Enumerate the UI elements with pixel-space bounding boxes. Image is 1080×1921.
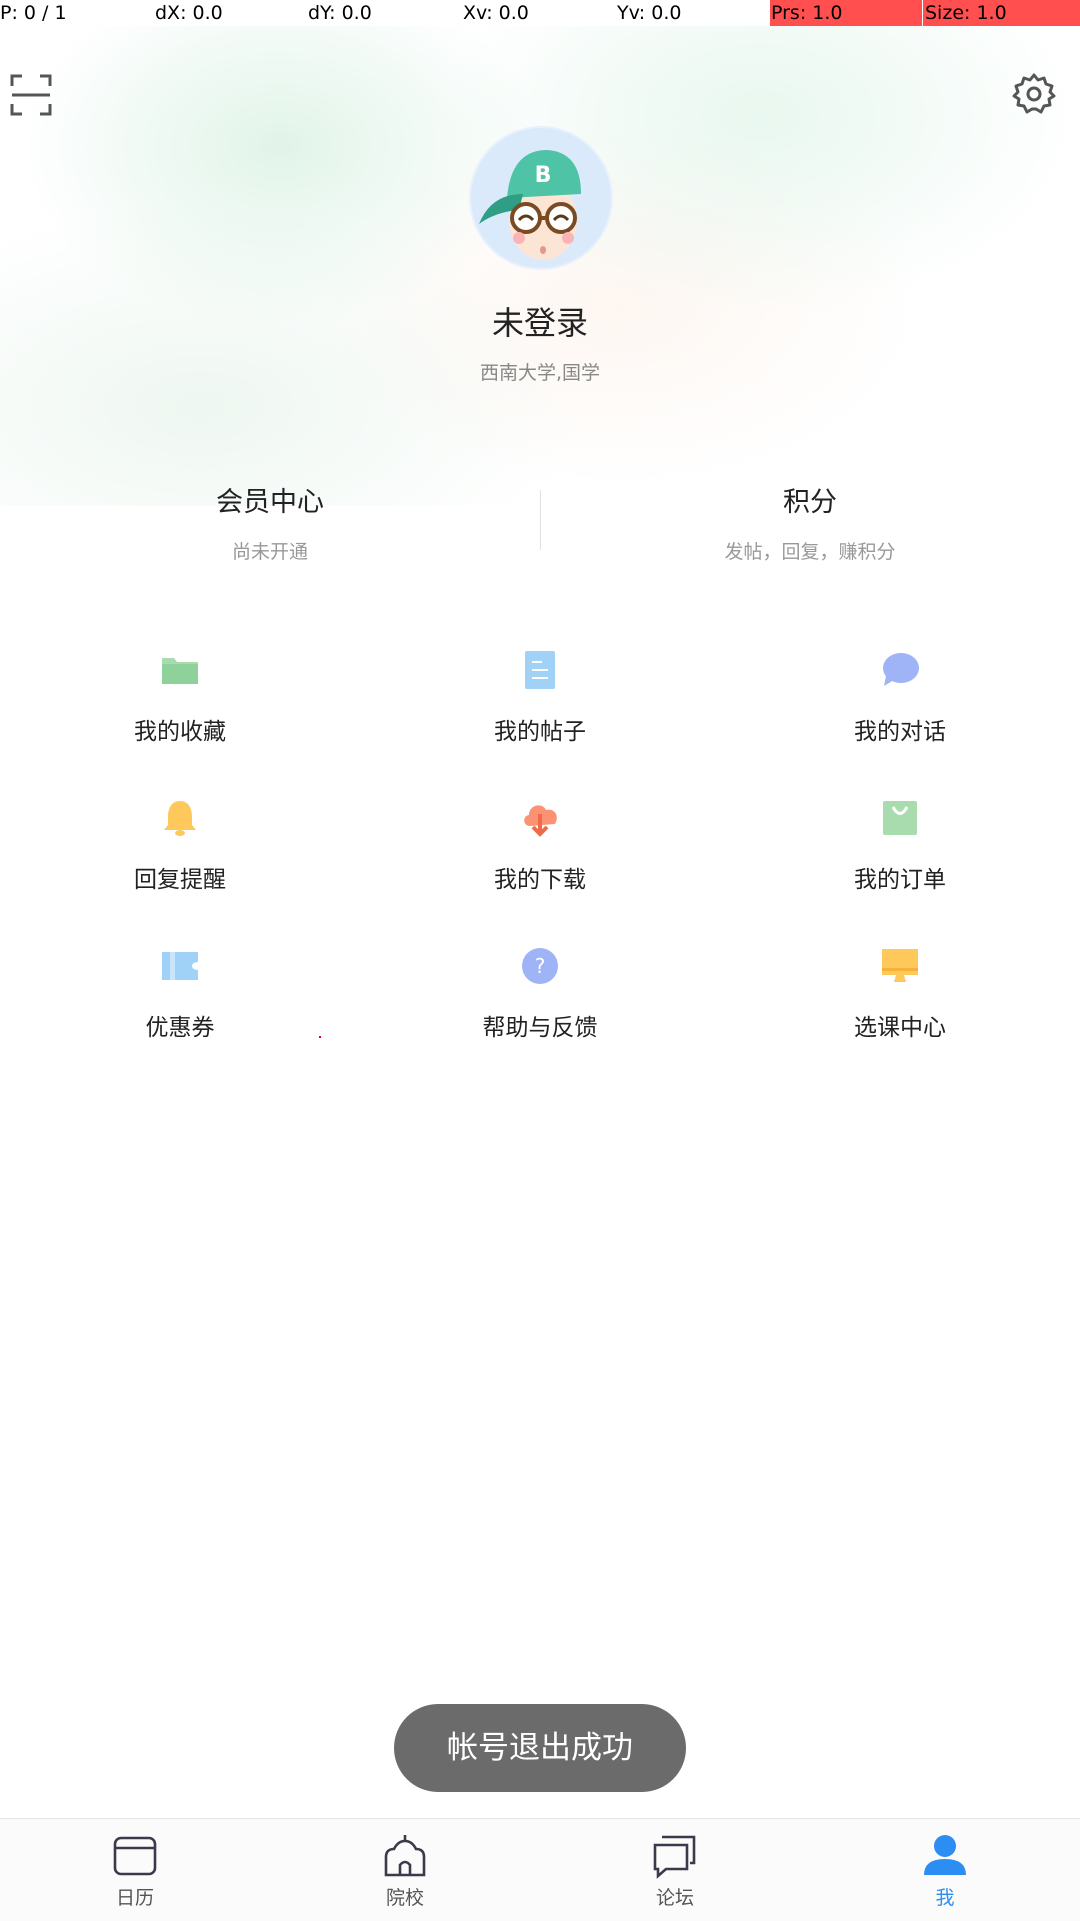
debug-xv: Xv: 0.0 (463, 2, 529, 24)
person-icon (922, 1833, 968, 1879)
school-icon (382, 1833, 428, 1879)
pointer-debug-bar: P: 0 / 1 dX: 0.0 dY: 0.0 Xv: 0.0 Yv: 0.0… (0, 0, 1080, 26)
membership-subtitle: 尚未开通 (231, 541, 308, 563)
scan-icon[interactable] (10, 74, 52, 116)
nav-me[interactable]: 我 (810, 1819, 1080, 1921)
nav-label: 我 (935, 1887, 955, 1909)
bottom-navigation: 日历 院校 论坛 我 (0, 1818, 1080, 1921)
menu-label: 我的帖子 (494, 719, 586, 745)
shopping-bag-icon (880, 798, 920, 838)
menu-label: 回复提醒 (134, 867, 226, 893)
points-title: 积分 (783, 487, 837, 518)
membership-title: 会员中心 (216, 487, 324, 518)
avatar[interactable]: B (469, 126, 613, 270)
menu-label: 我的订单 (854, 867, 946, 893)
user-name[interactable]: 未登录 (0, 298, 1080, 344)
menu-my-favorites[interactable]: 我的收藏 (0, 650, 360, 770)
menu-my-posts[interactable]: 我的帖子 (360, 650, 720, 770)
monitor-icon (880, 946, 920, 986)
menu-label: 我的收藏 (134, 719, 226, 745)
debug-dy: dY: 0.0 (308, 2, 372, 24)
debug-size: Size: 1.0 (925, 2, 1007, 24)
nav-calendar[interactable]: 日历 (0, 1819, 270, 1921)
ticket-icon (160, 946, 200, 986)
debug-pressure: Prs: 1.0 (771, 2, 843, 24)
menu-label: 我的对话 (854, 719, 946, 745)
forum-icon (652, 1833, 698, 1879)
menu-my-conversations[interactable]: 我的对话 (720, 650, 1080, 770)
nav-schools[interactable]: 院校 (270, 1819, 540, 1921)
debug-dx: dX: 0.0 (155, 2, 223, 24)
touch-trace-dot (319, 1036, 321, 1038)
nav-label: 日历 (115, 1887, 154, 1909)
chat-bubble-icon (880, 650, 920, 690)
calendar-icon (112, 1833, 158, 1879)
menu-label: 优惠券 (145, 1015, 215, 1041)
debug-yv: Yv: 0.0 (617, 2, 682, 24)
menu-my-orders[interactable]: 我的订单 (720, 798, 1080, 918)
menu-label: 选课中心 (854, 1015, 946, 1041)
nav-label: 论坛 (655, 1887, 694, 1909)
debug-pointer-count: P: 0 / 1 (0, 2, 67, 24)
nav-forum[interactable]: 论坛 (540, 1819, 810, 1921)
menu-label: 帮助与反馈 (482, 1015, 598, 1041)
logout-toast: 帐号退出成功 (394, 1704, 686, 1792)
menu-course-center[interactable]: 选课中心 (720, 946, 1080, 1066)
svg-text:?: ? (535, 954, 546, 978)
menu-help-feedback[interactable]: ? 帮助与反馈 (360, 946, 720, 1066)
menu-reply-reminders[interactable]: 回复提醒 (0, 798, 360, 918)
menu-label: 我的下载 (494, 867, 586, 893)
user-school: 西南大学,国学 (479, 362, 601, 384)
membership-center[interactable]: 会员中心 尚未开通 (0, 480, 540, 564)
help-icon: ? (520, 946, 560, 986)
bell-icon (160, 798, 200, 838)
document-icon (520, 650, 560, 690)
avatar-cap-letter: B (535, 163, 552, 188)
menu-coupons[interactable]: 优惠券 (0, 946, 360, 1066)
points[interactable]: 积分 发帖，回复，赚积分 (540, 480, 1080, 564)
folder-icon (160, 650, 200, 690)
nav-label: 院校 (385, 1887, 424, 1909)
menu-my-downloads[interactable]: 我的下载 (360, 798, 720, 918)
cloud-download-icon (520, 798, 560, 838)
gear-icon[interactable] (1012, 72, 1056, 116)
points-subtitle: 发帖，回复，赚积分 (724, 541, 896, 563)
